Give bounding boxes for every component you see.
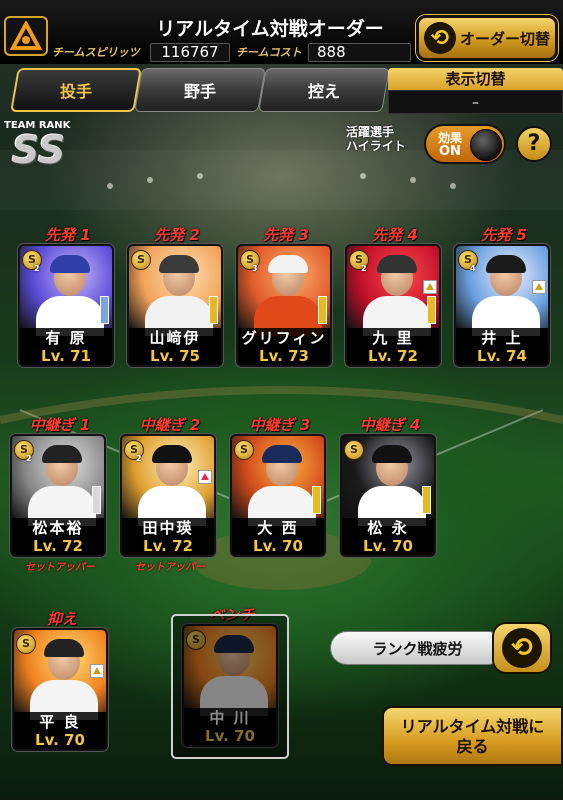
display-switch-value[interactable]: – [388,90,563,114]
team-spirits-value: 116767 [150,43,230,62]
tab-reserves[interactable]: 控え [258,68,390,112]
team-cost-value: 888 [308,43,411,62]
slot-role-label: 中継ぎ 3 [249,416,311,434]
slot-role-label: 先発 3 [263,226,309,244]
condition-gauge [422,486,431,514]
tab-label: 野手 [183,82,216,101]
rank-fatigue-button[interactable]: ⟲ [492,622,552,674]
team-rank-value: SS [12,128,66,172]
limit-break-count: 3 [252,264,258,273]
s-rank-icon: S [234,440,254,460]
display-switch-title[interactable]: 表示切替 [388,68,563,90]
player-name: 田中瑛 [122,518,214,538]
condition-gauge [92,486,101,514]
player-card[interactable]: S 2 松本裕 Lv. 72 [10,434,106,557]
player-name: 有 原 [20,328,112,348]
rank-fatigue-label: ランク戦疲労 [330,631,505,665]
s-rank-icon: S [344,440,364,460]
player-name: 山﨑伊 [129,328,221,348]
player-card[interactable]: S 3 グリフィン Lv. 73 [236,244,332,367]
player-card[interactable]: S 2 九 里 Lv. 72 [345,244,441,367]
condition-up-arrow-icon [198,470,212,484]
highlight-label-line2: ハイライト [346,139,406,153]
condition-gauge [312,486,321,514]
player-level: Lv. 71 [20,348,112,365]
refresh-icon: ⟲ [502,628,542,668]
back-button-line1: リアルタイム対戦に [400,717,545,736]
condition-gauge [427,296,436,324]
order-switch-label: オーダー切替 [459,29,550,48]
player-card[interactable]: S 2 有 原 Lv. 71 [18,244,114,367]
player-level: Lv. 70 [342,538,434,555]
player-card[interactable]: S 松 永 Lv. 70 [340,434,436,557]
slot-role-label: 中継ぎ 2 [139,416,201,434]
player-card[interactable]: S 4 井 上 Lv. 74 [454,244,550,367]
highlight-effect-toggle[interactable]: 効果 ON [424,124,506,164]
slot-role-label: 抑え [46,610,77,628]
player-name: 松 永 [342,518,434,538]
slot-role-label: 先発 5 [481,226,527,244]
condition-gauge [100,296,109,324]
player-level: Lv. 72 [12,538,104,555]
order-switch-button[interactable]: ⟲ オーダー切替 [416,15,558,61]
player-name: 井 上 [456,328,548,348]
slot-role-label: 中継ぎ 1 [29,416,91,434]
condition-up-arrow-icon [90,664,104,678]
condition-up-arrow-icon [532,280,546,294]
team-spirits-label: チームスピリッツ [52,46,140,59]
help-button[interactable]: ? [516,126,552,162]
highlight-label-line1: 活躍選手 [346,125,395,139]
limit-break-count: 2 [34,264,40,273]
setup-role-note: セットアッパー [135,562,205,573]
slot-role-label: 先発 2 [154,226,200,244]
player-card[interactable]: S 大 西 Lv. 70 [230,434,326,557]
team-logo-icon [4,16,48,56]
bench-frame [171,614,289,759]
player-level: Lv. 70 [232,538,324,555]
slot-role-label: 先発 1 [45,226,91,244]
player-card[interactable]: S 2 田中瑛 Lv. 72 [120,434,216,557]
back-button-line2: 戻る [456,737,489,756]
player-name: 松本裕 [12,518,104,538]
tab-fielders[interactable]: 野手 [134,68,266,112]
swap-icon: ⟲ [423,22,456,54]
player-level: Lv. 72 [122,538,214,555]
toggle-knob [470,129,502,161]
back-to-realtime-button[interactable]: リアルタイム対戦に 戻る [382,706,563,766]
team-cost-label: チームコスト [236,46,302,59]
slot-role-label: 中継ぎ 4 [359,416,421,434]
s-rank-icon: S [131,250,151,270]
s-rank-icon: S [16,634,36,654]
slot-role-label: 先発 4 [372,226,418,244]
player-level: Lv. 75 [129,348,221,365]
highlight-label: 活躍選手 ハイライト [346,125,422,153]
player-level: Lv. 74 [456,348,548,365]
player-name: 大 西 [232,518,324,538]
tab-pitchers[interactable]: 投手 [10,68,142,112]
player-level: Lv. 72 [347,348,439,365]
condition-gauge [209,296,218,324]
player-card[interactable]: S 山﨑伊 Lv. 75 [127,244,223,367]
player-card[interactable]: S 平 良 Lv. 70 [12,628,108,751]
tab-label: 控え [307,82,340,101]
page-title: リアルタイム対戦オーダー [156,18,384,40]
tab-label: 投手 [59,82,92,101]
condition-up-arrow-icon [423,280,437,294]
limit-break-count: 2 [26,454,32,463]
limit-break-count: 2 [361,264,367,273]
player-name: 平 良 [14,712,106,732]
limit-break-count: 4 [470,264,476,273]
player-level: Lv. 73 [238,348,330,365]
order-screen: リアルタイム対戦オーダー チームスピリッツ 116767 チームコスト 888 … [0,0,563,800]
player-level: Lv. 70 [14,732,106,749]
player-name: 九 里 [347,328,439,348]
condition-gauge [318,296,327,324]
setup-role-note: セットアッパー [25,562,95,573]
toggle-state: ON [439,144,461,159]
player-name: グリフィン [238,328,330,348]
limit-break-count: 2 [136,454,142,463]
